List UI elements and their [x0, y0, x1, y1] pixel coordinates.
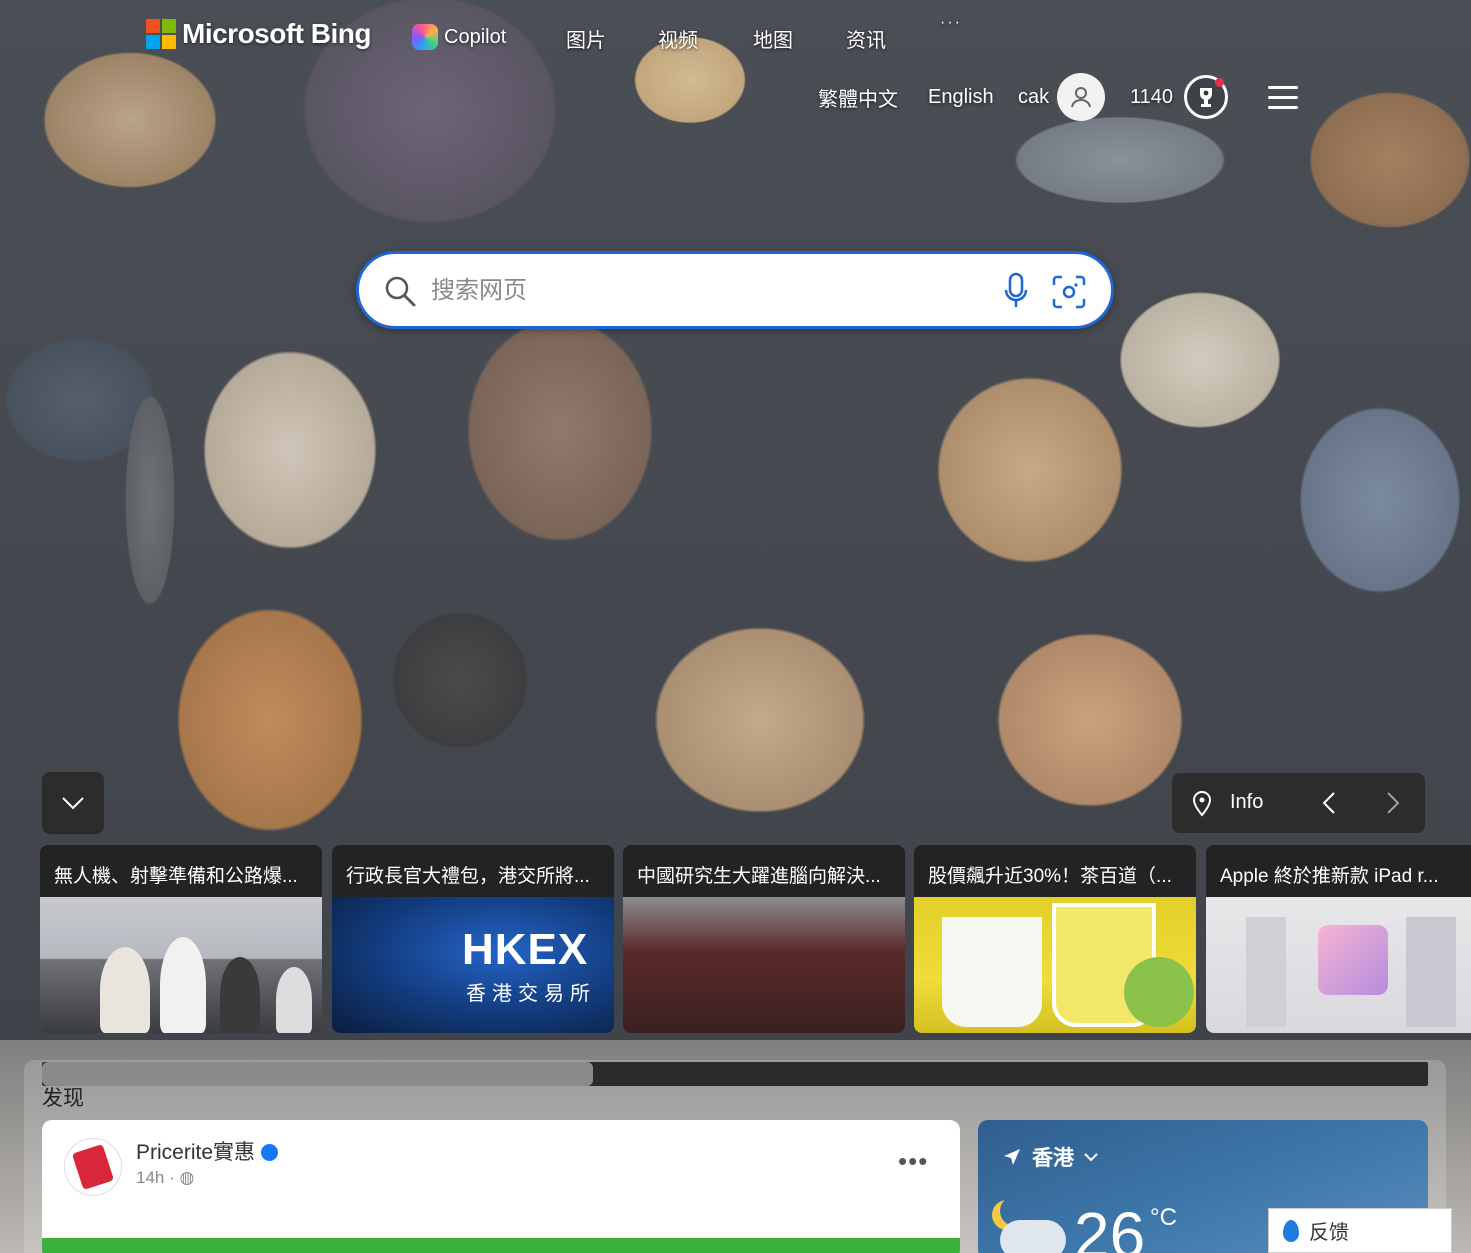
weather-location-name: 香港 — [1032, 1147, 1074, 1170]
lang-english[interactable]: English — [928, 66, 994, 128]
carousel-scrollbar[interactable] — [42, 1062, 1428, 1086]
news-card-image — [40, 897, 322, 1033]
carousel-scrollbar-thumb[interactable] — [42, 1062, 593, 1086]
chevron-right-icon — [1387, 792, 1400, 814]
news-card[interactable]: 中國研究生大躍進腦向解決... — [623, 845, 905, 1033]
post-author: Pricerite實惠 — [136, 1136, 279, 1166]
image-info-bar: Info — [1172, 773, 1425, 833]
news-card-title: Apple 終於推新款 iPad r... — [1206, 845, 1471, 897]
search-input[interactable] — [431, 272, 987, 310]
social-post-card[interactable]: Pricerite實惠 14h · ◍ ••• — [42, 1120, 960, 1253]
notification-dot — [1215, 78, 1224, 87]
post-image — [42, 1238, 960, 1253]
rewards-button[interactable] — [1184, 66, 1228, 128]
nav-news[interactable]: 资讯 — [846, 24, 886, 53]
menu-button[interactable] — [1268, 66, 1298, 128]
feedback-button[interactable]: 反馈 — [1268, 1208, 1452, 1253]
next-image-button[interactable] — [1362, 773, 1424, 833]
weather-location[interactable]: 香港 — [1002, 1142, 1098, 1172]
rewards-trophy-icon — [1184, 75, 1228, 119]
nav-images-label: 图片 — [566, 30, 606, 52]
weather-unit: °C — [1150, 1204, 1177, 1231]
feedback-label: 反馈 — [1309, 1222, 1349, 1244]
pricerite-logo — [64, 1138, 122, 1196]
avatar-button[interactable] — [1057, 66, 1105, 128]
news-card[interactable]: 行政長官大禮包，港交所將... HKEX 香港交易所 — [332, 845, 614, 1033]
visual-search-icon[interactable] — [1051, 274, 1087, 315]
microphone-icon[interactable] — [1003, 272, 1029, 315]
nav-copilot[interactable]: Copilot — [412, 24, 506, 50]
news-card-title: 無人機、射擊準備和公路爆... — [40, 845, 322, 897]
search-icon[interactable] — [383, 274, 417, 313]
nav-copilot-label: Copilot — [444, 25, 507, 48]
feedback-drop-icon — [1283, 1219, 1299, 1242]
previous-image-button[interactable] — [1298, 773, 1360, 833]
top-right-bar: 繁體中文 English cak 1140 — [0, 66, 1471, 128]
copilot-icon — [412, 24, 438, 50]
post-author-name: Pricerite實惠 — [136, 1141, 256, 1164]
chevron-left-icon — [1322, 792, 1335, 814]
nav-videos-label: 视频 — [658, 30, 698, 52]
nav-news-label: 资讯 — [846, 30, 886, 52]
chevron-down-icon — [62, 797, 84, 810]
news-card[interactable]: Apple 終於推新款 iPad r... — [1206, 845, 1471, 1033]
news-carousel: 無人機、射擊準備和公路爆... 行政長官大禮包，港交所將... HKEX 香港交… — [40, 845, 1471, 1035]
location-arrow-icon — [1004, 1149, 1020, 1165]
news-card-image — [914, 897, 1196, 1033]
post-more-button[interactable]: ••• — [898, 1146, 928, 1177]
microsoft-logo-icon — [146, 19, 176, 49]
discover-heading: 发现 — [42, 1087, 84, 1110]
news-card[interactable]: 股價飆升近30%！茶百道（... — [914, 845, 1196, 1033]
location-pin-icon[interactable] — [1192, 791, 1212, 817]
nav-maps-label: 地图 — [753, 30, 793, 52]
news-card-title: 中國研究生大躍進腦向解決... — [623, 845, 905, 897]
news-card-image — [1206, 897, 1471, 1033]
user-avatar-icon — [1057, 73, 1105, 121]
weather-temperature: 26 — [1074, 1199, 1146, 1253]
hkex-sub-text: 香港交易所 — [466, 983, 596, 1005]
cloud-icon — [1000, 1220, 1066, 1253]
rewards-points[interactable]: 1140 — [1130, 66, 1173, 128]
nav-maps[interactable]: 地图 — [753, 24, 793, 53]
post-time-text: 14h · — [136, 1168, 180, 1187]
news-card[interactable]: 無人機、射擊準備和公路爆... — [40, 845, 322, 1033]
more-icon[interactable]: ··· — [940, 14, 962, 32]
news-card-image — [623, 897, 905, 1033]
news-card-image: HKEX 香港交易所 — [332, 897, 614, 1033]
bing-logo[interactable]: Microsoft Bing — [146, 14, 372, 54]
verified-badge-icon — [261, 1144, 279, 1161]
nav-images[interactable]: 图片 — [566, 24, 606, 53]
logo-text: Microsoft Bing — [182, 18, 372, 49]
news-card-title: 股價飆升近30%！茶百道（... — [914, 845, 1196, 897]
nav-videos[interactable]: 视频 — [658, 24, 698, 53]
hkex-logo-text: HKEX — [462, 925, 589, 974]
post-time: 14h · ◍ — [136, 1168, 194, 1188]
chevron-down-icon — [1084, 1153, 1098, 1162]
search-box — [356, 251, 1114, 329]
news-card-title: 行政長官大禮包，港交所將... — [332, 845, 614, 897]
info-link[interactable]: Info — [1230, 791, 1263, 814]
lang-traditional-chinese[interactable]: 繁體中文 — [818, 66, 898, 128]
username[interactable]: cak — [1018, 66, 1049, 128]
collapse-button[interactable] — [42, 772, 104, 834]
globe-icon: ◍ — [179, 1168, 195, 1187]
hamburger-menu-icon — [1268, 85, 1298, 109]
